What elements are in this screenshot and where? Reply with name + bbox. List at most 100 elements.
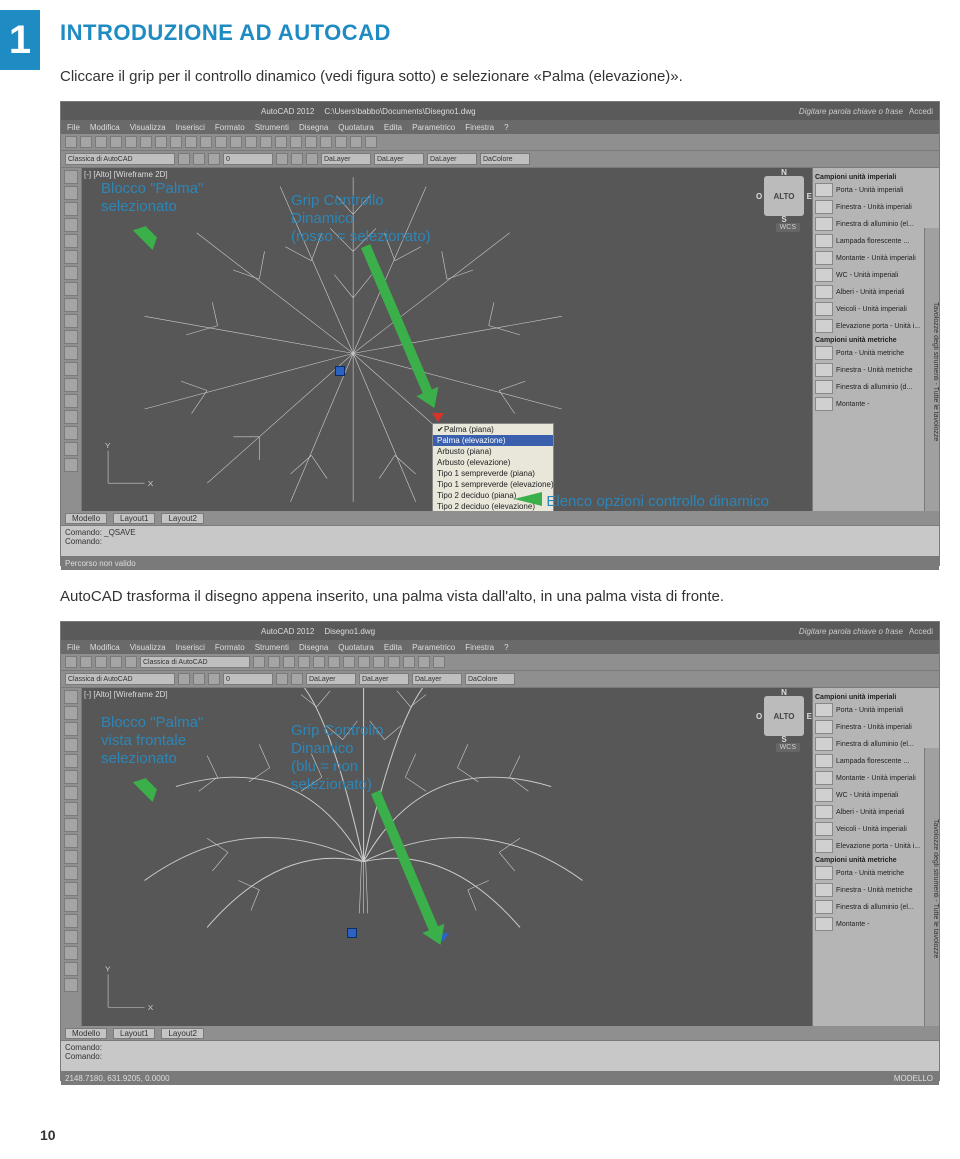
tool-icon[interactable] [350, 136, 362, 148]
polyline-icon[interactable] [64, 706, 78, 720]
palette-item[interactable]: Lampada florescente ... [815, 234, 925, 248]
palette-vertical-tab[interactable]: Tavolozze degli strumenti - Tutte le tav… [924, 748, 939, 1026]
layer-box[interactable]: 0 [223, 673, 273, 685]
tab-layout1[interactable]: Layout1 [113, 513, 155, 524]
layer-lw[interactable]: DaLayer [427, 153, 477, 165]
search-box[interactable]: Digitare parola chiave o frase [799, 107, 903, 116]
palette-item[interactable]: Finestra di alluminio (el... [815, 217, 925, 231]
palette-item[interactable]: Veicoli - Unità imperiali [815, 302, 925, 316]
tool-icon[interactable] [178, 153, 190, 165]
menu-item[interactable]: Finestra [465, 643, 494, 652]
palette-item[interactable]: Finestra - Unità metriche [815, 883, 925, 897]
circle-icon[interactable] [64, 722, 78, 736]
text-icon[interactable] [64, 834, 78, 848]
tool-icon[interactable] [200, 136, 212, 148]
menu-item[interactable]: File [67, 123, 80, 132]
tool-icon[interactable] [290, 136, 302, 148]
tool-icon[interactable] [110, 136, 122, 148]
tool-icon[interactable] [343, 656, 355, 668]
tool-palette[interactable]: Tavolozze degli strumenti - Tutte le tav… [812, 168, 939, 511]
layout-tabs[interactable]: Modello Layout1 Layout2 [61, 511, 939, 525]
dd-item[interactable]: Tipo 1 sempreverde (elevazione) [433, 479, 553, 490]
palette-item[interactable]: Alberi - Unità imperiali [815, 805, 925, 819]
tool-icon[interactable] [260, 136, 272, 148]
tool-icon[interactable] [193, 673, 205, 685]
menu-item[interactable]: Visualizza [130, 643, 166, 652]
tool-icon[interactable] [306, 153, 318, 165]
insert-icon[interactable] [64, 298, 78, 312]
wcs-label[interactable]: WCS [776, 743, 800, 752]
arc-icon[interactable] [64, 218, 78, 232]
spline-icon[interactable] [64, 266, 78, 280]
menu-item[interactable]: Modifica [90, 123, 120, 132]
revision-icon[interactable] [64, 914, 78, 928]
tool-icon[interactable] [80, 656, 92, 668]
layer-color[interactable]: DaLayer [321, 153, 371, 165]
tool-icon[interactable] [373, 656, 385, 668]
tool-icon[interactable] [275, 136, 287, 148]
wipeout-icon[interactable] [64, 898, 78, 912]
palette-item[interactable]: Porta - Unità imperiali [815, 703, 925, 717]
tool-icon[interactable] [418, 656, 430, 668]
menu-item[interactable]: Visualizza [130, 123, 166, 132]
palette-item[interactable]: Veicoli - Unità imperiali [815, 822, 925, 836]
palette-item[interactable]: Montante - [815, 397, 925, 411]
text-icon[interactable] [64, 314, 78, 328]
menu-item[interactable]: Disegna [299, 643, 328, 652]
palette-item[interactable]: Porta - Unità metriche [815, 866, 925, 880]
polyline-icon[interactable] [64, 186, 78, 200]
tool-icon[interactable] [95, 656, 107, 668]
tool-icon[interactable] [95, 136, 107, 148]
d-icon[interactable] [64, 978, 78, 992]
tab-model[interactable]: Modello [65, 513, 107, 524]
tool-icon[interactable] [178, 673, 190, 685]
palette-item[interactable]: Finestra di alluminio (el... [815, 737, 925, 751]
tool-icon[interactable] [320, 136, 332, 148]
menu-item[interactable]: Disegna [299, 123, 328, 132]
dd-item[interactable]: Arbusto (elevazione) [433, 457, 553, 468]
layer-ltype[interactable]: DaLayer [374, 153, 424, 165]
menu-item[interactable]: Finestra [465, 123, 494, 132]
tool-icon[interactable] [170, 136, 182, 148]
tool-icon[interactable] [193, 153, 205, 165]
tool-icon[interactable] [208, 153, 220, 165]
insert-icon[interactable] [64, 818, 78, 832]
menubar[interactable]: File Modifica Visualizza Inserisci Forma… [61, 640, 939, 654]
d-icon[interactable] [64, 458, 78, 472]
point-icon[interactable] [64, 866, 78, 880]
menu-item[interactable]: Strumenti [255, 643, 289, 652]
palette-vertical-tab[interactable]: Tavolozze degli strumenti - Tutte le tav… [924, 228, 939, 511]
workspace-dropdown[interactable]: Classica di AutoCAD [65, 153, 175, 165]
palette-item[interactable]: Finestra di alluminio (el... [815, 900, 925, 914]
tool-icon[interactable] [291, 153, 303, 165]
palette-item[interactable]: WC - Unità imperiali [815, 788, 925, 802]
block-grip[interactable] [347, 928, 357, 938]
search-box[interactable]: Digitare parola chiave o frase [799, 627, 903, 636]
workspace-dropdown[interactable]: Classica di AutoCAD [140, 656, 250, 668]
palette-item[interactable]: Finestra - Unità imperiali [815, 200, 925, 214]
menu-item[interactable]: Formato [215, 643, 245, 652]
tab-layout2[interactable]: Layout2 [161, 1028, 203, 1039]
tool-icon[interactable] [365, 136, 377, 148]
revision-icon[interactable] [64, 394, 78, 408]
rect-icon[interactable] [64, 234, 78, 248]
b-icon[interactable] [64, 946, 78, 960]
block-grip[interactable] [335, 366, 345, 376]
tool-icon[interactable] [433, 656, 445, 668]
palette-item[interactable]: Alberi - Unità imperiali [815, 285, 925, 299]
wcs-label[interactable]: WCS [776, 223, 800, 232]
tool-icon[interactable] [125, 136, 137, 148]
palette-item[interactable]: Elevazione porta - Unità i... [815, 319, 925, 333]
tool-icon[interactable] [291, 673, 303, 685]
tool-icon[interactable] [65, 136, 77, 148]
signin[interactable]: Accedi [909, 107, 933, 116]
menu-item[interactable]: Inserisci [176, 643, 205, 652]
palette-item[interactable]: Lampada florescente ... [815, 754, 925, 768]
region-icon[interactable] [64, 882, 78, 896]
arc-icon[interactable] [64, 738, 78, 752]
layer-box[interactable]: 0 [223, 153, 273, 165]
tab-layout2[interactable]: Layout2 [161, 513, 203, 524]
tool-icon[interactable] [276, 673, 288, 685]
layout-tabs[interactable]: Modello Layout1 Layout2 [61, 1026, 939, 1040]
layer-ltype[interactable]: DaLayer [359, 673, 409, 685]
